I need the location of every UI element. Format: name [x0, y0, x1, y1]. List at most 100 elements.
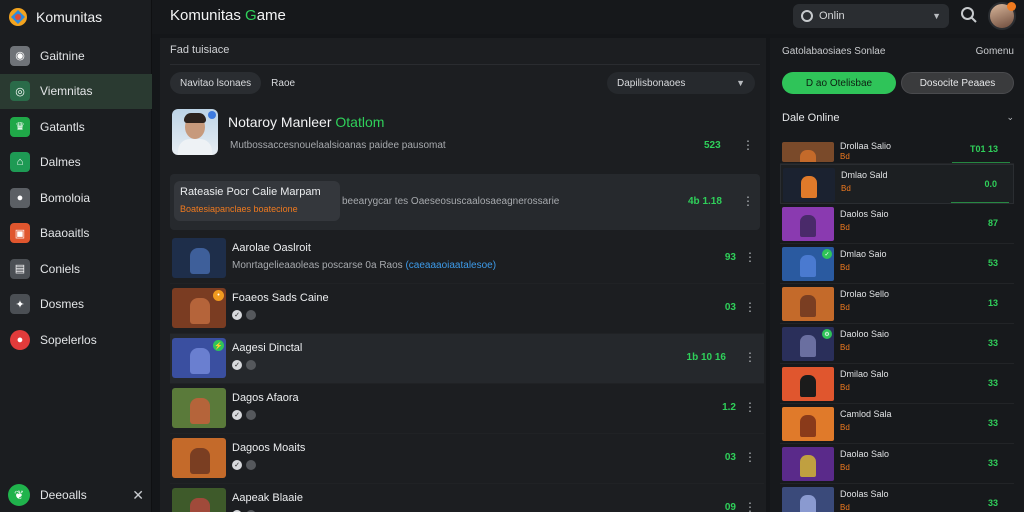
online-sub: Bd — [840, 152, 850, 161]
sidebar-item-label: Gaitnine — [40, 48, 85, 63]
progress-underline — [951, 202, 1009, 203]
sidebar-item[interactable]: ✦ Dosmes — [0, 287, 152, 323]
home-icon: ⌂ — [10, 152, 30, 173]
more-options-icon[interactable]: ⋮ — [744, 400, 756, 414]
online-name: Doolas Salo — [840, 489, 889, 499]
more-options-icon[interactable]: ⋮ — [742, 138, 754, 152]
search-box[interactable]: ▼ — [793, 4, 949, 28]
online-row[interactable]: Drollaa Salio Bd T01 13 — [780, 141, 1014, 164]
more-options-icon[interactable]: ⋮ — [744, 500, 756, 512]
sidebar-item[interactable]: ♛ Gatantls — [0, 109, 152, 145]
game-name: Aapeak Blaaie — [232, 492, 303, 504]
app-title-rest: ame — [256, 7, 286, 24]
online-row[interactable]: ✓ Dmlao Saio Bd 53 — [780, 244, 1014, 284]
verified-icon: ✓ — [232, 460, 242, 470]
online-row[interactable]: Daolos Saio Bd 87 — [780, 204, 1014, 244]
game-meta: ✓ — [232, 310, 256, 320]
game-name: Foaeos Sads Caine — [232, 292, 329, 304]
sidebar-item[interactable]: ▣ Baaoaitls — [0, 216, 152, 252]
game-row[interactable]: ⚡ Aagesi Dinctal ✓ 1b 10 16 ⋮ — [170, 334, 764, 384]
sidebar-item-label: Bomoloia — [40, 190, 91, 205]
app-title: Komunitas Game — [170, 7, 286, 24]
online-section-header[interactable]: Dale Online ⌄ — [782, 112, 1014, 124]
game-thumbnail — [172, 438, 226, 478]
online-row[interactable]: ⚙ Daoloo Saio Bd 33 — [780, 324, 1014, 364]
more-options-icon[interactable]: ⋮ — [744, 350, 756, 364]
thumbnail-badge-icon: • — [213, 290, 224, 301]
featured-item[interactable]: Notaroy Manleer Otatlom Mutbossaccesnoue… — [170, 104, 764, 160]
online-row[interactable]: Drolao Sello Bd 13 — [780, 284, 1014, 324]
game-row[interactable]: Aapeak Blaaie✓09⋮ — [170, 484, 764, 512]
sidebar-item[interactable]: ⌂ Dalmes — [0, 145, 152, 181]
online-thumbnail — [782, 142, 834, 162]
right-panel-menu[interactable]: Gomenu — [976, 46, 1014, 57]
online-row[interactable]: Dmlao Sald Bd 0.0 — [780, 164, 1014, 204]
game-name: Aagesi Dinctal — [232, 342, 303, 354]
sidebar-footer[interactable]: ❦ Deeoalls ✕ — [8, 482, 144, 508]
user-avatar[interactable] — [988, 2, 1016, 30]
game-thumbnail — [172, 238, 226, 278]
chevron-down-icon[interactable]: ▼ — [932, 11, 941, 21]
online-sub: Bd — [840, 303, 850, 312]
filter-chip[interactable]: Raoe — [267, 72, 299, 94]
online-sub: Bd — [840, 383, 850, 392]
game-row[interactable]: • Foaeos Sads Caine ✓ 03 ⋮ — [170, 284, 764, 334]
game-score: 03 — [724, 302, 736, 313]
brand[interactable]: Komunitas — [8, 6, 102, 28]
sidebar-item-label: Viemnitas — [40, 84, 93, 99]
online-name: Drolao Sello — [840, 289, 890, 299]
online-row[interactable]: Camlod Sala Bd 33 — [780, 404, 1014, 444]
game-name: Dagoos Moaits — [232, 442, 306, 454]
featured-title: Notaroy Manleer Otatlom — [228, 114, 384, 130]
chevron-down-icon[interactable]: ⌄ — [1006, 112, 1014, 124]
online-sub: Bd — [841, 184, 851, 193]
secondary-button[interactable]: Dosocite Peaaes — [901, 72, 1014, 94]
game-row[interactable]: Dagoos Moaits ✓ 03 ⋮ — [170, 434, 764, 484]
online-value: 0.0 — [984, 179, 997, 189]
sidebar-item[interactable]: ▤ Coniels — [0, 251, 152, 287]
online-sub: Bd — [840, 263, 850, 272]
sort-dropdown-label: Dapilisbonaoes — [617, 77, 686, 89]
featured-subtitle: Mutbossaccesnouelaalsioanas paidee pauso… — [230, 140, 446, 151]
primary-button[interactable]: D ao Otelisbae — [782, 72, 896, 94]
more-options-icon[interactable]: ⋮ — [744, 250, 756, 264]
more-options-icon[interactable]: ⋮ — [744, 450, 756, 464]
online-row[interactable]: Daolao Salo Bd 33 — [780, 444, 1014, 484]
featured-title-accent: Otatlom — [335, 114, 385, 130]
sidebar-item[interactable]: ● Bomoloia — [0, 180, 152, 216]
online-thumbnail — [782, 407, 834, 441]
more-options-icon[interactable]: ⋮ — [742, 194, 754, 208]
thumbnail-badge-icon: ⚙ — [822, 329, 832, 339]
online-value: 53 — [987, 258, 998, 268]
game-meta: ✓ — [232, 410, 256, 420]
search-button-icon[interactable] — [960, 6, 978, 24]
more-options-icon[interactable]: ⋮ — [744, 300, 756, 314]
thumbnail-badge-icon: ⚡ — [213, 340, 224, 351]
game-score: 09 — [724, 502, 736, 512]
search-input[interactable] — [819, 10, 927, 22]
online-thumbnail — [782, 207, 834, 241]
sidebar-item[interactable]: ◎ Viemnitas — [0, 73, 152, 109]
game-score: 03 — [724, 452, 736, 463]
fire-icon: ● — [10, 329, 30, 350]
sidebar-item[interactable]: ● Sopelerlos — [0, 322, 152, 358]
tooltip-subtitle: Boatesiapanclaes boatecione — [180, 204, 298, 214]
chevron-down-icon: ▼ — [736, 78, 745, 88]
game-thumbnail — [172, 388, 226, 428]
online-row[interactable]: Dmilao Salo Bd 33 — [780, 364, 1014, 404]
game-row[interactable]: Aarolae Oaslroit Monrtagelieaaoleas posca… — [170, 234, 764, 284]
sidebar-nav: ◉ Gaitnine ◎ Viemnitas ♛ Gatantls ⌂ Dalmes ● Bomo… — [0, 38, 152, 358]
game-row[interactable]: Dagos Afaora ✓ 1.2 ⋮ — [170, 384, 764, 434]
filter-chip[interactable]: Navitao lsonaes — [170, 72, 262, 94]
highlight-row[interactable]: Rateasie Pocr Calie Marpam Boatesiapancl… — [170, 174, 760, 230]
game-link[interactable]: (caeaaaoiaatalesoe) — [405, 260, 496, 271]
online-name: Camlod Sala — [840, 409, 892, 419]
sort-dropdown[interactable]: Dapilisbonaoes ▼ — [607, 72, 755, 94]
online-thumbnail — [782, 447, 834, 481]
online-row[interactable]: Doolas Salo Bd 33 — [780, 484, 1014, 512]
online-thumbnail — [783, 168, 835, 202]
sidebar-item[interactable]: ◉ Gaitnine — [0, 38, 152, 74]
close-icon[interactable]: ✕ — [132, 487, 144, 504]
game-description-text: Monrtagelieaaoleas poscarse 0a Raos — [232, 260, 403, 271]
tooltip-title: Rateasie Pocr Calie Marpam — [180, 186, 321, 198]
